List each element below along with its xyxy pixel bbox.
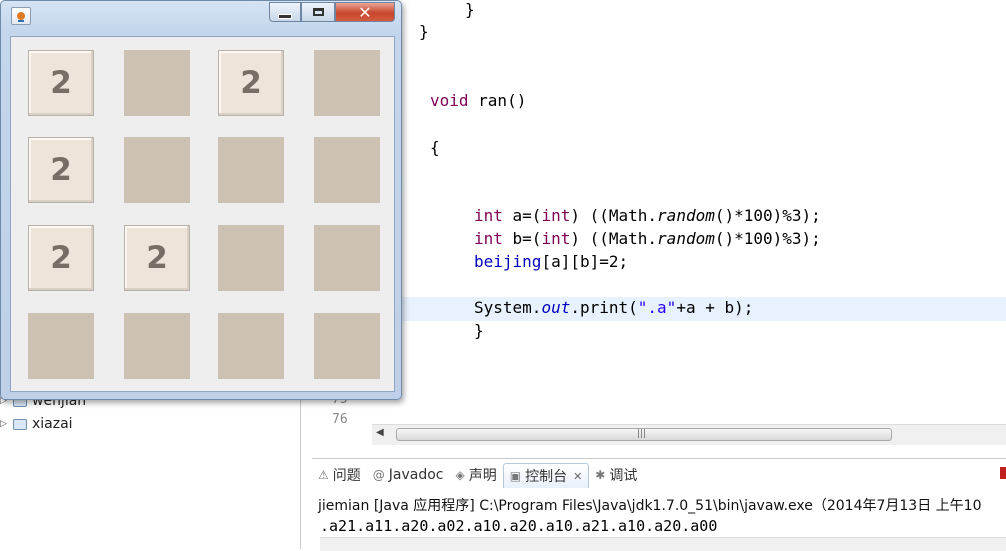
code-line: int b=(int) ((Math.random()*100)%3); (474, 229, 821, 248)
expand-arrow-icon[interactable]: ▷ (0, 419, 8, 429)
scroll-thumb[interactable]: ||| (396, 428, 892, 441)
code-line: } (419, 22, 429, 41)
code-line: int a=(int) ((Math.random()*100)%3); (474, 206, 821, 225)
tab-declaration[interactable]: ◈ 声明 (450, 463, 503, 487)
tile-r2-c3 (314, 225, 380, 291)
console-icon: ▣ (509, 469, 522, 483)
tile-r0-c1 (124, 50, 190, 116)
code-line: { (430, 138, 440, 157)
line-number: 76 (332, 412, 348, 427)
terminate-icon[interactable] (1000, 467, 1006, 479)
tab-console[interactable]: ▣ 控制台 ✕ (502, 463, 590, 488)
scroll-left-icon[interactable]: ◀ (376, 427, 384, 438)
minimize-icon (278, 13, 292, 19)
tile-r0-c3 (314, 50, 380, 116)
console-output[interactable]: .a21.a11.a20.a02.a10.a20.a10.a21.a10.a20… (320, 517, 717, 535)
code-line: beijing[a][b]=2; (474, 252, 629, 271)
tile-r3-c0 (28, 313, 94, 379)
tile-r2-c1: 2 (124, 225, 190, 291)
console-tab-bar: ⚠ 问题 @ Javadoc ◈ 声明 ▣ 控制台 ✕ ✱ 调试 (312, 463, 643, 488)
horizontal-scrollbar[interactable]: ◀ ||| (372, 424, 1006, 445)
game-board: 2 2 2 2 2 (10, 36, 395, 392)
tile-r1-c1 (124, 137, 190, 203)
code-editor[interactable]: 75 76 (302, 0, 1006, 452)
java-app-icon[interactable] (11, 7, 31, 25)
tile-r1-c3 (314, 137, 380, 203)
tile-r2-c2 (218, 225, 284, 291)
package-icon (13, 418, 27, 430)
close-button[interactable]: ✕ (335, 2, 395, 22)
minimize-button[interactable] (269, 2, 301, 22)
grip-icon: ||| (637, 429, 647, 439)
tile-r1-c2 (218, 137, 284, 203)
tree-item-label: xiazai (32, 416, 73, 432)
maximize-button[interactable] (301, 2, 335, 22)
tab-problems[interactable]: ⚠ 问题 (312, 463, 367, 487)
debug-icon: ✱ (595, 468, 606, 482)
declaration-icon: ◈ (455, 468, 465, 482)
code-line: System.out.print(".a"+a + b); (474, 298, 754, 317)
javadoc-icon: @ (372, 468, 385, 482)
console-view: ⚠ 问题 @ Javadoc ◈ 声明 ▣ 控制台 ✕ ✱ 调试 jiemian… (312, 458, 1006, 551)
tile-r2-c0: 2 (28, 225, 94, 291)
tab-debug[interactable]: ✱ 调试 (589, 463, 643, 487)
tree-item-xiazai[interactable]: ▷ xiazai (0, 414, 73, 434)
console-process-label: jiemian [Java 应用程序] C:\Program Files\Jav… (318, 498, 982, 514)
tile-r0-c0: 2 (28, 50, 94, 116)
title-bar[interactable]: ✕ (1, 1, 401, 29)
code-line: void ran() (430, 91, 527, 110)
tile-r3-c3 (314, 313, 380, 379)
tile-r3-c2 (218, 313, 284, 379)
game-window: ✕ 2 2 2 2 2 (0, 0, 402, 400)
close-icon[interactable]: ✕ (573, 470, 582, 483)
problems-icon: ⚠ (318, 468, 329, 482)
tile-r1-c0: 2 (28, 137, 94, 203)
tab-javadoc[interactable]: @ Javadoc (367, 463, 450, 487)
tile-r3-c1 (124, 313, 190, 379)
tile-r0-c2: 2 (218, 50, 284, 116)
maximize-icon (312, 8, 324, 16)
code-line: } (465, 0, 475, 19)
close-icon: ✕ (358, 2, 372, 22)
code-line: } (474, 321, 484, 340)
